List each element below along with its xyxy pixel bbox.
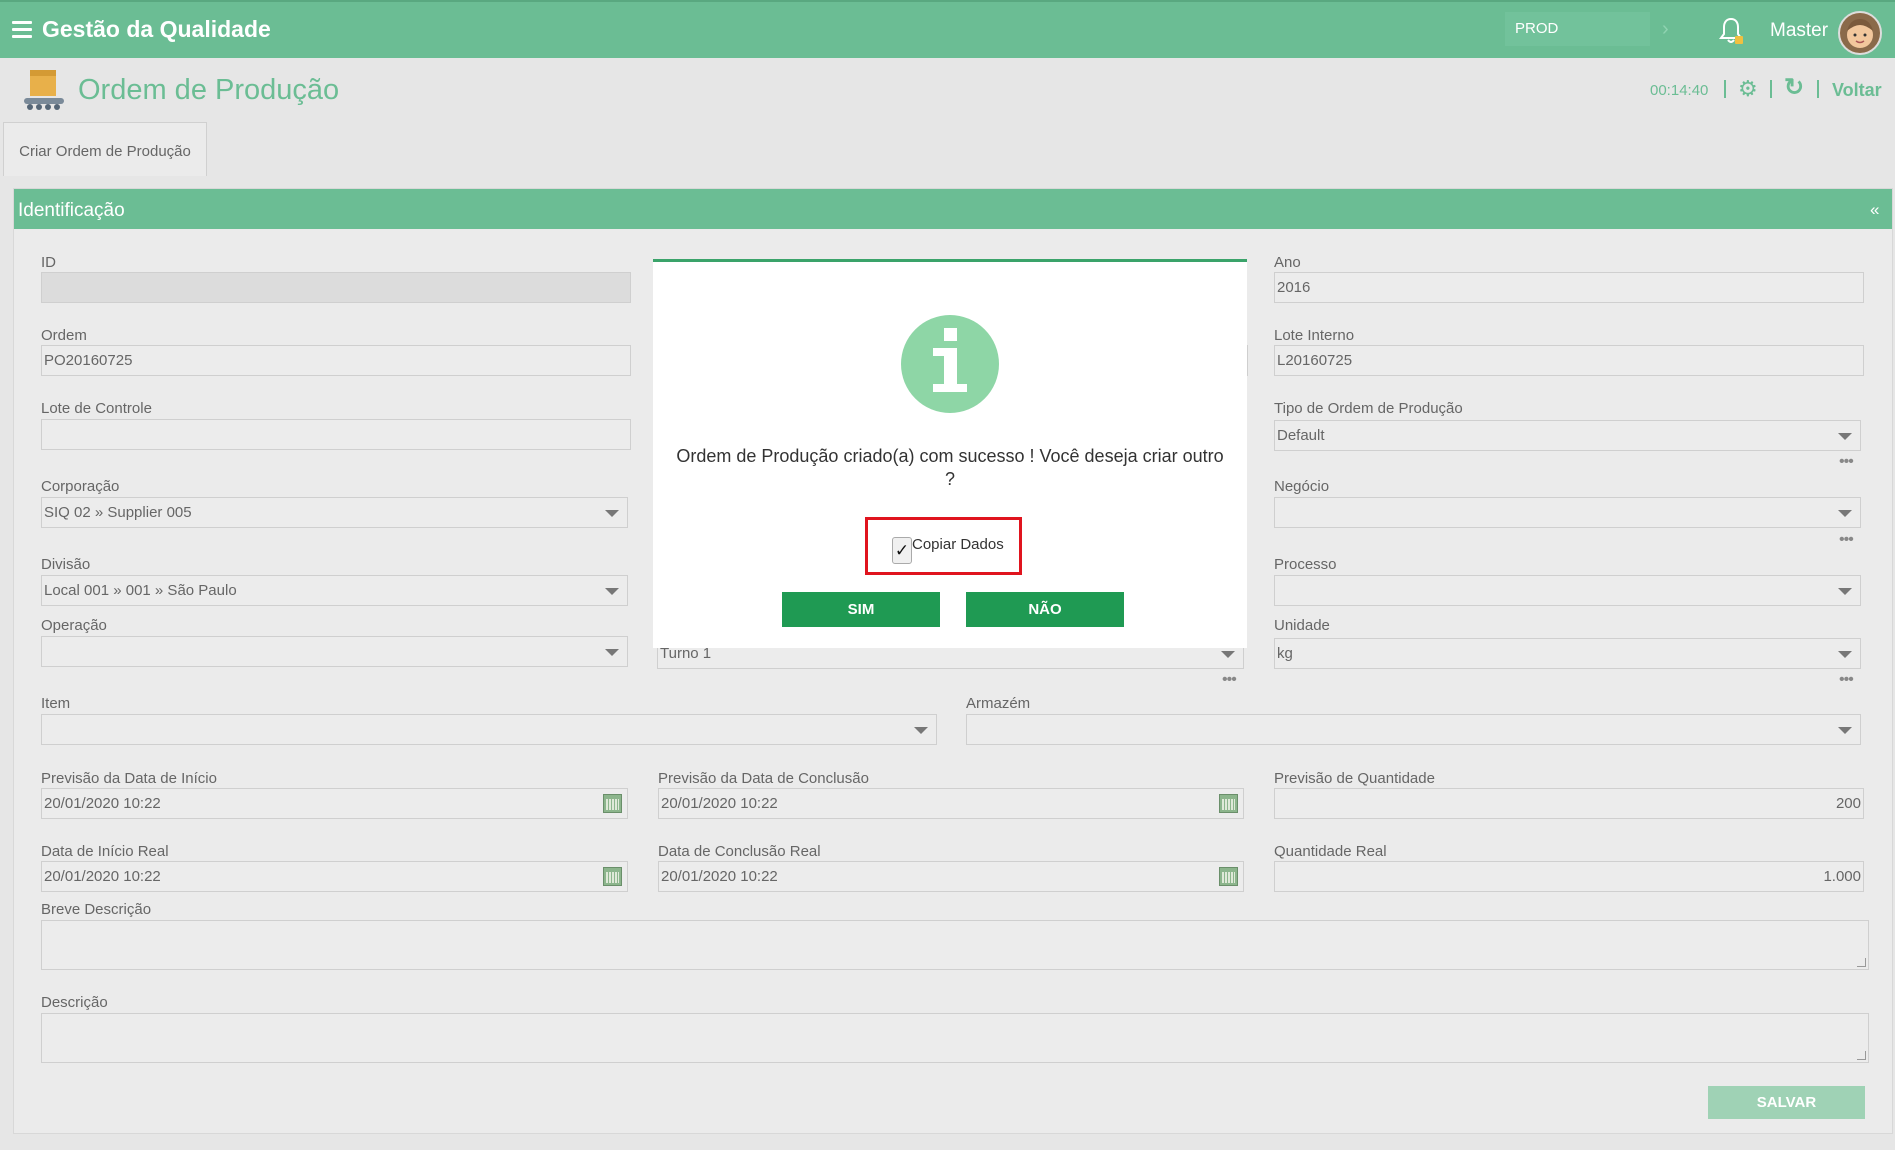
info-icon	[901, 315, 999, 413]
copy-data-label[interactable]: Copiar Dados	[912, 536, 1004, 553]
copy-data-checkbox[interactable]: ✓	[892, 537, 912, 564]
info-icon-dot	[944, 328, 957, 341]
info-icon-stem	[933, 348, 967, 393]
copy-data-highlight: ✓ Copiar Dados	[865, 517, 1022, 575]
confirm-dialog: Ordem de Produção criado(a) com sucesso …	[653, 259, 1247, 648]
yes-button[interactable]: SIM	[782, 592, 940, 627]
dialog-message: Ordem de Produção criado(a) com sucesso …	[676, 446, 1224, 489]
no-button[interactable]: NÃO	[966, 592, 1124, 627]
